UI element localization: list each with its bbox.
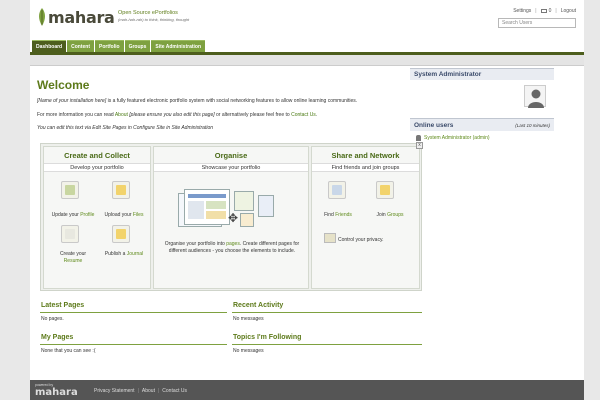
- quick-links-panels: Create and Collect Develop your portfoli…: [40, 143, 422, 291]
- footer: powered by mahara Privacy Statement | Ab…: [30, 380, 584, 400]
- info-text: For more information you can read: [37, 111, 115, 118]
- info-text: or alternatively please feel free to: [214, 111, 292, 118]
- recent-activity-title: Recent Activity: [233, 302, 284, 309]
- join-groups-label[interactable]: Join Groups: [362, 212, 418, 219]
- main-content: Welcome [Name of your installation here]…: [37, 78, 432, 139]
- move-icon: ✥: [228, 211, 239, 225]
- panel-subtitle: Develop your portfolio: [44, 163, 150, 172]
- main-nav: Dashboard Content Portfolio Groups Site …: [30, 40, 206, 52]
- divider: [40, 312, 227, 313]
- create-collect-panel: Create and Collect Develop your portfoli…: [43, 146, 151, 289]
- separator: |: [157, 388, 160, 394]
- create-resume-label[interactable]: Create your Resume: [44, 251, 102, 264]
- user-links: Settings | 0 | Logout: [513, 8, 576, 14]
- publish-journal-label[interactable]: Publish a Journal: [98, 251, 150, 258]
- organise-text: Organise your portfolio into pages. Crea…: [164, 241, 300, 254]
- tab-content[interactable]: Content: [67, 40, 95, 52]
- user-icon: [416, 135, 421, 141]
- recent-activity-text: No messages: [233, 316, 264, 322]
- files-icon[interactable]: [112, 181, 130, 199]
- contact-us-link[interactable]: Contact Us: [291, 112, 316, 118]
- header: mahara Open Source ePortfolios (mah-hah-…: [30, 0, 584, 40]
- intro-paragraph: [Name of your installation here] is a fu…: [37, 98, 432, 106]
- separator: |: [137, 388, 139, 394]
- tab-site-administration[interactable]: Site Administration: [151, 40, 206, 52]
- online-users-title: Online users: [414, 121, 454, 129]
- tagline: Open Source ePortfolios (mah-hah-rah) to…: [118, 10, 189, 22]
- tagline-pronunciation: (mah-hah-rah) to think, thinking, though…: [118, 17, 190, 22]
- contact-us-link[interactable]: Contact Us: [162, 388, 187, 394]
- panel-subtitle: Showcase your portfolio: [154, 163, 308, 172]
- online-users-header: Online users (Last 10 minutes): [410, 118, 554, 131]
- latest-pages-title: Latest Pages: [41, 302, 85, 309]
- panel-title: Create and Collect: [64, 151, 130, 160]
- my-pages-text: None that you can see :(: [41, 348, 96, 354]
- panel-title: Share and Network: [331, 151, 400, 160]
- about-link[interactable]: About: [115, 112, 128, 118]
- info-note: [please ensure you also edit this page]: [127, 111, 215, 118]
- share-network-panel: Share and Network Find friends and join …: [311, 146, 420, 289]
- topics-following-title: Topics I'm Following: [233, 334, 302, 341]
- find-friends-label[interactable]: Find Friends: [312, 212, 364, 219]
- info-paragraph: For more information you can read About …: [37, 112, 432, 120]
- online-user-name[interactable]: System Administrator (admin): [424, 135, 490, 141]
- search-input[interactable]: [498, 18, 576, 28]
- separator: |: [555, 8, 557, 14]
- resume-icon[interactable]: [61, 225, 79, 243]
- tagline-title: Open Source ePortfolios: [118, 10, 178, 16]
- mail-count[interactable]: 0: [549, 8, 552, 14]
- sub-nav-bar: [30, 55, 584, 66]
- friends-icon[interactable]: [328, 181, 346, 199]
- settings-link[interactable]: Settings: [513, 8, 531, 14]
- divider: [40, 344, 227, 345]
- leaf-icon: [39, 8, 45, 26]
- edit-hint-text: You can edit this text via Edit Site Pag…: [37, 125, 214, 131]
- tab-dashboard[interactable]: Dashboard: [32, 40, 67, 52]
- user-block-header[interactable]: System Administrator: [410, 68, 554, 80]
- page-title: Welcome: [37, 78, 90, 92]
- panel-title: Organise: [214, 151, 248, 160]
- logo-text: mahara: [48, 7, 115, 27]
- privacy-label[interactable]: Control your privacy.: [338, 237, 383, 244]
- update-profile-label[interactable]: Update your Profile: [44, 212, 102, 219]
- online-user-item[interactable]: System Administrator (admin): [416, 135, 490, 141]
- installation-name: [Name of your installation here]: [37, 98, 107, 104]
- edit-hint: You can edit this text via Edit Site Pag…: [37, 125, 432, 133]
- groups-icon[interactable]: [376, 181, 394, 199]
- footer-logo-text: mahara: [35, 387, 78, 398]
- avatar[interactable]: [524, 85, 546, 108]
- privacy-icon[interactable]: [324, 233, 336, 243]
- my-pages-title: My Pages: [41, 334, 74, 341]
- info-text: .: [315, 111, 318, 118]
- pages-illustration-icon[interactable]: ✥: [178, 185, 288, 237]
- latest-pages-text: No pages.: [41, 316, 64, 322]
- user-silhouette-icon: [528, 89, 544, 108]
- privacy-statement-link[interactable]: Privacy Statement: [94, 388, 135, 394]
- organise-panel: Organise Showcase your portfolio ✥ Organ…: [153, 146, 309, 289]
- footer-links: Privacy Statement | About | Contact Us: [94, 388, 187, 394]
- footer-wrap: powered by mahara Privacy Statement | Ab…: [30, 380, 584, 400]
- intro-text: is a fully featured electronic portfolio…: [106, 98, 358, 104]
- upload-files-label[interactable]: Upload your Files: [98, 212, 150, 219]
- panel-subtitle: Find friends and join groups: [312, 163, 419, 172]
- divider: [232, 344, 422, 345]
- online-users-period: (Last 10 minutes): [515, 122, 550, 128]
- topics-following-text: No messages: [233, 348, 264, 354]
- separator: |: [535, 8, 537, 14]
- close-icon[interactable]: x: [416, 142, 423, 149]
- mahara-logo[interactable]: mahara: [37, 6, 115, 28]
- about-link[interactable]: About: [142, 388, 155, 394]
- tab-groups[interactable]: Groups: [124, 40, 151, 52]
- logout-link[interactable]: Logout: [561, 8, 576, 14]
- journal-icon[interactable]: [112, 225, 130, 243]
- tab-portfolio[interactable]: Portfolio: [95, 40, 124, 52]
- divider: [232, 312, 422, 313]
- footer-logo[interactable]: powered by mahara: [35, 383, 78, 398]
- profile-icon[interactable]: [61, 181, 79, 199]
- mail-icon[interactable]: [540, 9, 547, 13]
